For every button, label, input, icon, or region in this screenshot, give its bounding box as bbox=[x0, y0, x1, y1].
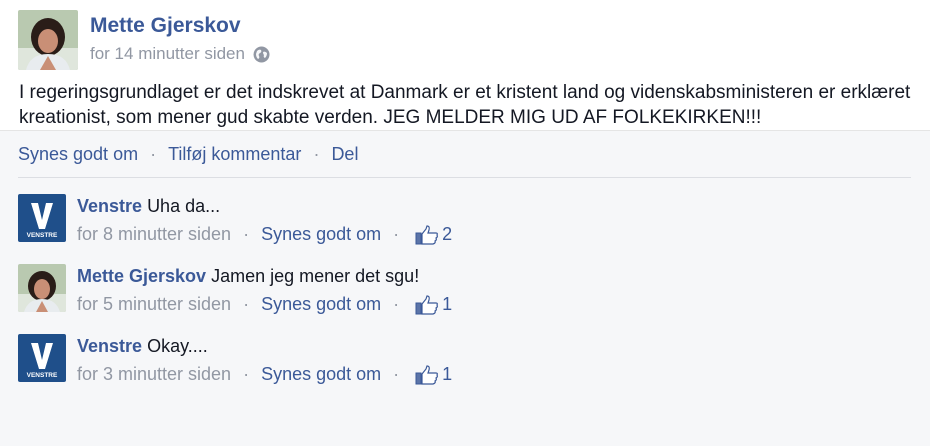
like-link[interactable]: Synes godt om bbox=[18, 144, 138, 165]
share-link[interactable]: Del bbox=[331, 144, 358, 165]
separator: · bbox=[150, 143, 157, 164]
post-body: Mette Gjerskov for 14 minutter siden I r… bbox=[0, 0, 930, 130]
venstre-logo[interactable]: VENSTRE bbox=[18, 334, 66, 382]
comment-like-link[interactable]: Synes godt om bbox=[261, 224, 381, 245]
comment: VENSTRE Venstre Okay.... for 3 minutter … bbox=[18, 334, 912, 385]
like-count[interactable]: 1 bbox=[415, 294, 452, 315]
globe-icon[interactable] bbox=[253, 46, 270, 63]
add-comment-link[interactable]: Tilføj kommentar bbox=[168, 144, 301, 165]
comment-like-link[interactable]: Synes godt om bbox=[261, 294, 381, 315]
separator: · bbox=[393, 294, 400, 314]
like-count-value: 1 bbox=[442, 294, 453, 314]
comment-meta: for 3 minutter siden · Synes godt om · 1 bbox=[77, 364, 452, 385]
logo-wordmark: VENSTRE bbox=[27, 372, 58, 379]
comment-text: Jamen jeg mener det sgu! bbox=[211, 266, 420, 286]
comment-body: Venstre Uha da... for 8 minutter siden ·… bbox=[77, 194, 452, 245]
post-actions: Synes godt om · Tilføj kommentar · Del bbox=[18, 131, 911, 178]
comment-timestamp[interactable]: for 8 minutter siden bbox=[77, 224, 231, 245]
comment-body: Venstre Okay.... for 3 minutter siden · … bbox=[77, 334, 452, 385]
comment-author[interactable]: Mette Gjerskov bbox=[77, 266, 206, 286]
comment-author[interactable]: Venstre bbox=[77, 336, 142, 356]
like-count[interactable]: 1 bbox=[415, 364, 452, 385]
thumbs-up-icon bbox=[415, 224, 439, 245]
comment-text: Uha da... bbox=[147, 196, 221, 216]
author-block: Mette Gjerskov for 14 minutter siden bbox=[90, 10, 270, 64]
separator: · bbox=[393, 364, 400, 384]
facebook-post: Mette Gjerskov for 14 minutter siden I r… bbox=[0, 0, 930, 446]
comment-author[interactable]: Venstre bbox=[77, 196, 142, 216]
comment-meta: for 8 minutter siden · Synes godt om · 2 bbox=[77, 224, 452, 245]
separator: · bbox=[243, 364, 250, 384]
like-count[interactable]: 2 bbox=[415, 224, 452, 245]
comment-meta: for 5 minutter siden · Synes godt om · 1 bbox=[77, 294, 452, 315]
comment: VENSTRE Venstre Uha da... for 8 minutter… bbox=[18, 194, 912, 245]
like-count-value: 1 bbox=[442, 364, 453, 384]
venstre-logo[interactable]: VENSTRE bbox=[18, 194, 66, 242]
comment-like-link[interactable]: Synes godt om bbox=[261, 364, 381, 385]
comment-body: Mette Gjerskov Jamen jeg mener det sgu! … bbox=[77, 264, 452, 315]
post-meta: for 14 minutter siden bbox=[90, 44, 270, 64]
separator: · bbox=[393, 224, 400, 244]
logo-wordmark: VENSTRE bbox=[27, 232, 58, 239]
post-text: I regeringsgrundlaget er det indskrevet … bbox=[19, 82, 911, 128]
post-author-name[interactable]: Mette Gjerskov bbox=[90, 14, 270, 38]
post-header: Mette Gjerskov for 14 minutter siden bbox=[18, 10, 912, 70]
separator: · bbox=[243, 224, 250, 244]
post-timestamp[interactable]: for 14 minutter siden bbox=[90, 44, 245, 64]
separator: · bbox=[313, 143, 320, 164]
comment-timestamp[interactable]: for 5 minutter siden bbox=[77, 294, 231, 315]
comment-author-avatar[interactable] bbox=[18, 264, 66, 312]
like-count-value: 2 bbox=[442, 224, 453, 244]
comment-text: Okay.... bbox=[147, 336, 208, 356]
author-avatar[interactable] bbox=[18, 10, 78, 70]
thumbs-up-icon bbox=[415, 294, 439, 315]
post-footer: Synes godt om · Tilføj kommentar · Del V… bbox=[0, 130, 930, 385]
comment-timestamp[interactable]: for 3 minutter siden bbox=[77, 364, 231, 385]
separator: · bbox=[243, 294, 250, 314]
thumbs-up-icon bbox=[415, 364, 439, 385]
comment-list: VENSTRE Venstre Uha da... for 8 minutter… bbox=[18, 178, 912, 385]
comment: Mette Gjerskov Jamen jeg mener det sgu! … bbox=[18, 264, 912, 315]
